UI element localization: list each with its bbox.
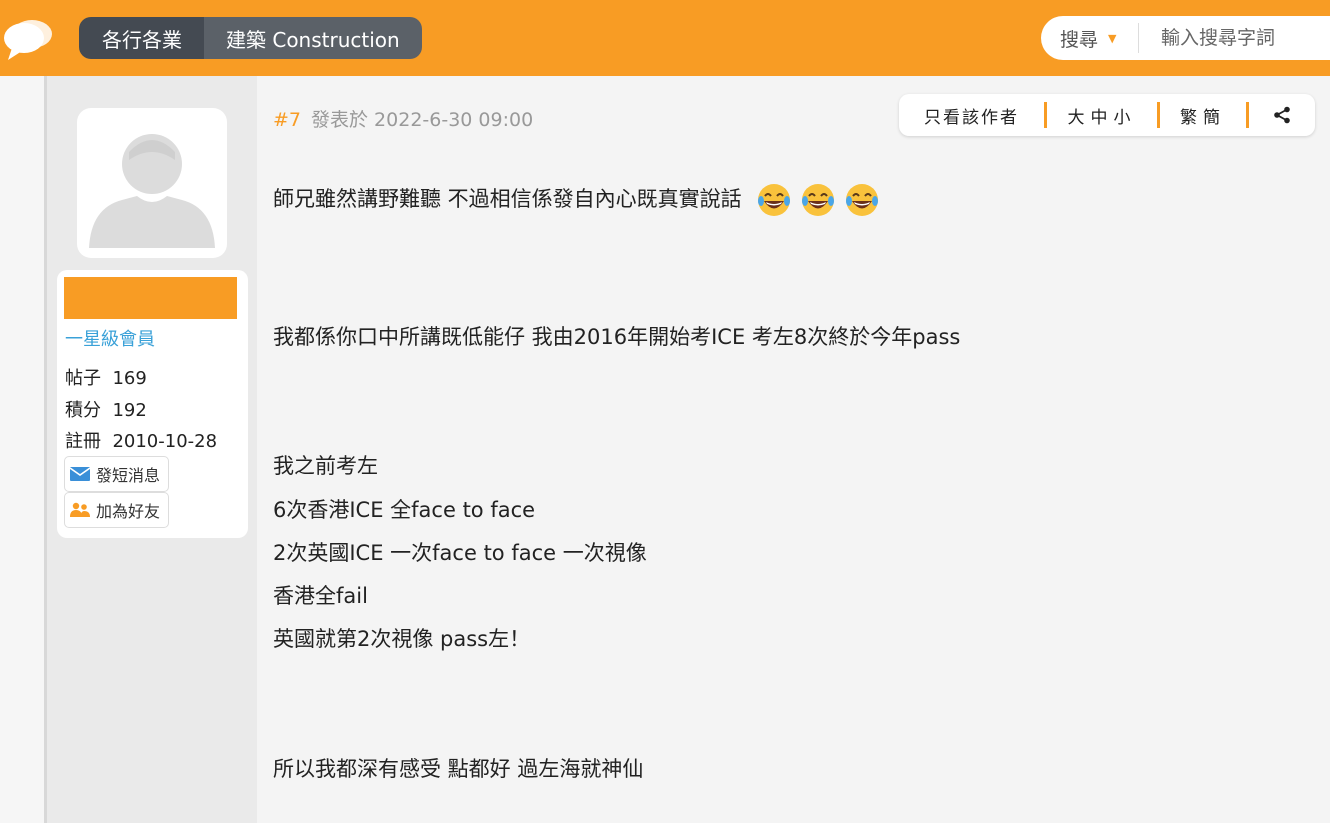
post-line: 英國就第2次視像 pass左！: [273, 627, 531, 651]
author-only-button[interactable]: 只看該作者: [899, 103, 1044, 128]
register-value: 2010-10-28: [112, 431, 218, 452]
add-friend-icon: [70, 502, 90, 517]
font-size-button[interactable]: 大中小: [1047, 103, 1157, 128]
post-toolbar: 只看該作者 大中小 繁簡: [899, 94, 1315, 136]
avatar[interactable]: [77, 108, 227, 258]
breadcrumb: 各行各業 建築 Construction: [79, 17, 422, 59]
author-rank[interactable]: 一星級會員: [65, 325, 155, 351]
post-area: #7 發表於 2022-6-30 09:00 只看該作者 大中小 繁簡 師兄雖然講…: [257, 76, 1330, 823]
post-line-text: 師兄雖然講野難聽 不過相信係發自內心既真實說話: [273, 187, 742, 211]
post-time: 發表於 2022-6-30 09:00: [311, 109, 534, 131]
points-value: 192: [112, 400, 147, 421]
post-line: 所以我都深有感受 點都好 過左海就神仙: [273, 757, 644, 781]
post-line: 我之前考左: [273, 454, 378, 478]
caret-down-icon: ▼: [1108, 31, 1117, 45]
add-friend-button[interactable]: 加為好友: [64, 492, 170, 528]
laughing-tears-emoji-icon: [846, 184, 879, 216]
posts-value[interactable]: 169: [112, 368, 146, 389]
post-line: 2次英國ICE 一次face to face 一次視像: [273, 541, 647, 565]
add-friend-label: 加為好友: [96, 502, 161, 521]
chat-bubbles-logo-icon[interactable]: [2, 16, 54, 62]
register-label: 註冊: [65, 431, 101, 452]
author-name-bar[interactable]: [64, 277, 237, 319]
author-register-date: 註冊 2010-10-28: [65, 427, 217, 453]
share-button[interactable]: [1249, 106, 1315, 124]
author-column: 一星級會員 帖子 169 積分 192 註冊 2010-10-28 發短消息 加…: [47, 76, 257, 823]
post-meta: #7 發表於 2022-6-30 09:00: [273, 105, 533, 132]
post-line: 我都係你口中所講既低能仔 我由2016年開始考ICE 考左8次終於今年pass: [273, 325, 961, 349]
search-box: 搜尋 ▼: [1041, 16, 1330, 60]
laughing-tears-emoji-icon: [758, 184, 791, 216]
post-number[interactable]: #7: [273, 109, 301, 131]
post-line: 香港全fail: [273, 584, 368, 608]
author-info-card: 一星級會員 帖子 169 積分 192 註冊 2010-10-28 發短消息 加…: [57, 270, 248, 538]
search-divider: [1138, 23, 1139, 53]
top-bar: 各行各業 建築 Construction 搜尋 ▼: [0, 0, 1330, 76]
search-type-label: 搜尋: [1060, 28, 1099, 51]
search-type-dropdown[interactable]: 搜尋 ▼: [1041, 25, 1138, 52]
share-icon: [1274, 106, 1290, 124]
post-line: 6次香港ICE 全face to face: [273, 498, 536, 522]
breadcrumb-item-category[interactable]: 各行各業: [79, 17, 204, 59]
points-label: 積分: [65, 400, 101, 421]
script-toggle-button[interactable]: 繁簡: [1160, 103, 1246, 128]
send-message-label: 發短消息: [96, 466, 161, 485]
posts-label: 帖子: [65, 368, 101, 389]
author-points: 積分 192: [65, 396, 147, 422]
envelope-icon: [70, 467, 90, 481]
default-avatar-icon: [89, 134, 215, 248]
send-message-button[interactable]: 發短消息: [64, 456, 170, 492]
author-posts: 帖子 169: [65, 364, 147, 390]
search-input[interactable]: [1159, 26, 1330, 50]
laughing-tears-emoji-icon: [802, 184, 835, 216]
breadcrumb-item-forum[interactable]: 建築 Construction: [204, 17, 422, 59]
post-line: 師兄雖然講野難聽 不過相信係發自內心既真實說話: [273, 182, 880, 218]
